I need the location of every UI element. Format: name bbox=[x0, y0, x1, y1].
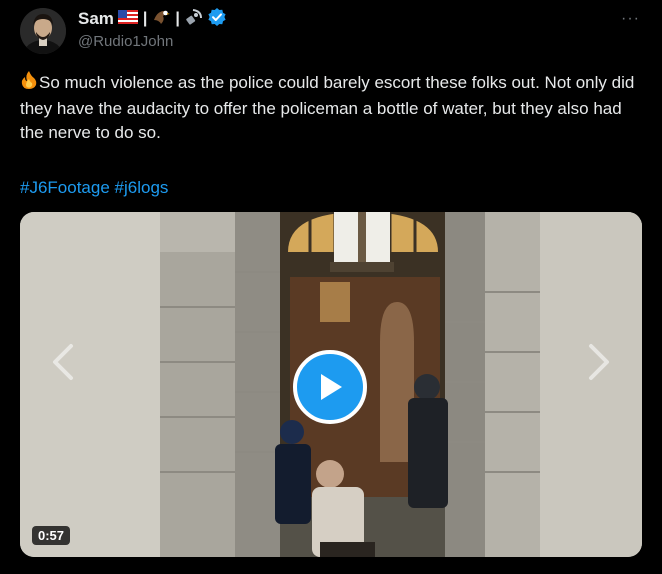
tweet-text-container: So much violence as the police could bar… bbox=[20, 70, 648, 145]
author-name[interactable]: Sam bbox=[78, 9, 114, 29]
hashtags: #J6Footage #j6logs bbox=[20, 176, 168, 200]
more-options-icon[interactable]: ··· bbox=[621, 10, 640, 28]
satellite-icon bbox=[185, 8, 203, 31]
tweet-text: So much violence as the police could bar… bbox=[20, 73, 635, 142]
play-icon bbox=[321, 374, 342, 400]
author-handle[interactable]: @Rudio1John bbox=[78, 33, 173, 50]
tweet[interactable]: Sam | | @Rudio1John ··· So much violence… bbox=[0, 0, 662, 574]
video-duration: 0:57 bbox=[32, 526, 71, 545]
chevron-right-icon[interactable] bbox=[580, 342, 620, 382]
video-player[interactable]: 0:57 bbox=[20, 212, 642, 557]
hashtag-link[interactable]: #j6logs bbox=[115, 178, 169, 197]
author-name-row[interactable]: Sam | | bbox=[78, 7, 227, 32]
separator-bar: | bbox=[142, 10, 148, 27]
fire-icon bbox=[20, 70, 38, 97]
separator-bar: | bbox=[175, 10, 180, 27]
avatar[interactable] bbox=[20, 8, 66, 54]
us-flag-icon bbox=[117, 9, 138, 29]
eagle-icon bbox=[152, 8, 171, 31]
play-button[interactable] bbox=[293, 350, 367, 424]
hashtag-link[interactable]: #J6Footage bbox=[20, 178, 110, 197]
verified-badge-icon bbox=[207, 7, 227, 32]
chevron-left-icon[interactable] bbox=[42, 342, 82, 382]
